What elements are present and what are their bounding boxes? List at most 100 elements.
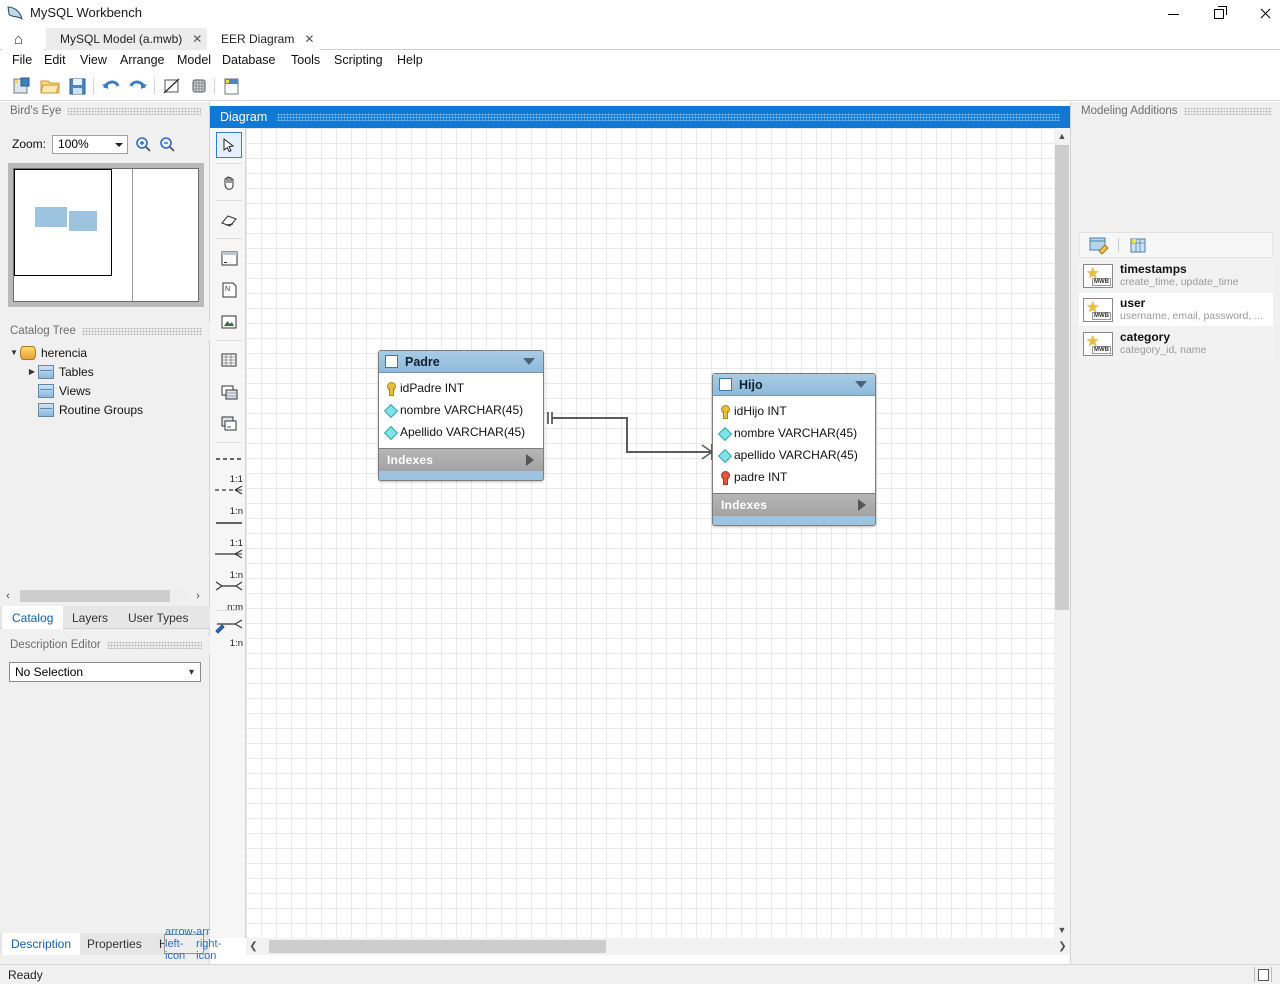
tab-layers[interactable]: Layers: [62, 606, 118, 629]
home-tab[interactable]: ⌂: [2, 28, 44, 50]
relation-n-m-tool[interactable]: n:m: [214, 581, 244, 613]
menu-help[interactable]: Help: [391, 52, 429, 69]
routine-group-tool[interactable]: [216, 411, 242, 437]
relationship-segment-2[interactable]: [626, 417, 628, 453]
modeling-additions-title: Modeling Additions: [1081, 105, 1178, 117]
scroll-thumb[interactable]: [269, 940, 606, 953]
relation-1-n-ident-tool[interactable]: 1:n: [214, 549, 244, 581]
menu-scripting[interactable]: Scripting: [328, 52, 389, 69]
save-model-icon[interactable]: [66, 75, 90, 97]
eraser-tool[interactable]: [216, 207, 242, 233]
relation-pick-tool[interactable]: 1:n: [214, 617, 244, 649]
table-row[interactable]: apellido VARCHAR(45): [713, 444, 875, 466]
relation-1-1-ident-tool[interactable]: 1:1: [214, 517, 244, 549]
tab-eer-diagram[interactable]: EER Diagram ✕: [207, 28, 321, 50]
zoom-out-icon[interactable]: [158, 135, 176, 153]
snap-to-grid-icon[interactable]: [187, 75, 211, 97]
scroll-right-icon[interactable]: ❯: [1055, 941, 1070, 952]
zoom-in-icon[interactable]: [134, 135, 152, 153]
expander-icon[interactable]: ▼: [8, 348, 20, 357]
scroll-thumb[interactable]: [20, 590, 170, 602]
chevron-right-icon[interactable]: [858, 499, 866, 511]
open-model-icon[interactable]: [38, 75, 62, 97]
canvas-horizontal-scrollbar[interactable]: ❮ ❯: [246, 938, 1070, 955]
eer-canvas[interactable]: Padre idPadre INT nombre VARCHAR(45) Ape…: [246, 128, 1054, 938]
menu-database[interactable]: Database: [216, 52, 282, 69]
maximize-button[interactable]: [1196, 0, 1242, 28]
indexes-section-hijo[interactable]: Indexes: [713, 493, 875, 516]
view-tool[interactable]: [216, 379, 242, 405]
scroll-down-icon[interactable]: ▼: [1054, 922, 1070, 938]
table-tool[interactable]: [216, 347, 242, 373]
table-row[interactable]: Apellido VARCHAR(45): [379, 421, 543, 443]
menu-arrange[interactable]: Arrange: [114, 52, 170, 69]
canvas-vertical-scrollbar[interactable]: ▲ ▼: [1054, 128, 1070, 938]
table-header[interactable]: Hijo: [713, 374, 875, 396]
table-header[interactable]: Padre: [379, 351, 543, 373]
menu-edit[interactable]: Edit: [38, 52, 72, 69]
menu-tools[interactable]: Tools: [285, 52, 326, 69]
pointer-tool[interactable]: [216, 132, 242, 158]
scroll-right-icon[interactable]: ›: [190, 590, 206, 602]
chevron-right-icon[interactable]: [526, 454, 534, 466]
selection-dropdown[interactable]: No Selection ▾: [9, 662, 201, 682]
close-button[interactable]: [1242, 0, 1280, 28]
tab-close-icon[interactable]: ✕: [304, 32, 314, 46]
table-row[interactable]: nombre VARCHAR(45): [379, 399, 543, 421]
image-tool[interactable]: [216, 309, 242, 335]
edit-template-icon[interactable]: [1088, 235, 1110, 255]
minimize-button[interactable]: [1150, 0, 1196, 28]
tab-mysql-model[interactable]: MySQL Model (a.mwb) ✕: [46, 28, 209, 50]
redo-icon[interactable]: [126, 75, 150, 97]
table-row[interactable]: nombre VARCHAR(45): [713, 422, 875, 444]
tree-node-routine-groups[interactable]: Routine Groups: [0, 400, 210, 419]
tab-close-icon[interactable]: ✕: [192, 32, 202, 46]
relation-1-1-noident-tool[interactable]: 1:1: [214, 453, 244, 485]
chevron-down-icon[interactable]: [523, 358, 535, 365]
relationship-segment-1[interactable]: [552, 417, 628, 419]
expander-icon[interactable]: ▶: [26, 367, 38, 376]
undo-icon[interactable]: [99, 75, 123, 97]
note-tool[interactable]: N: [216, 277, 242, 303]
scroll-up-icon[interactable]: ▲: [1054, 128, 1070, 144]
table-row[interactable]: idHijo INT: [713, 400, 875, 422]
table-row[interactable]: padre INT: [713, 466, 875, 488]
new-model-icon[interactable]: [10, 75, 34, 97]
menu-file[interactable]: File: [6, 52, 38, 69]
zoom-combobox[interactable]: 100%: [52, 134, 129, 154]
add-table-template-icon[interactable]: [1127, 235, 1149, 255]
list-item[interactable]: ★ MWB user username, email, password, ...: [1079, 293, 1273, 327]
birds-eye-view[interactable]: [8, 163, 204, 307]
hand-tool[interactable]: [216, 169, 242, 195]
list-item[interactable]: ★ MWB timestamps create_time, update_time: [1079, 259, 1273, 293]
chevron-down-icon[interactable]: [855, 381, 867, 388]
toggle-grid-icon[interactable]: [160, 75, 184, 97]
relation-1-n-noident-tool[interactable]: 1:n: [214, 485, 244, 517]
indexes-section-padre[interactable]: Indexes: [379, 448, 543, 471]
tab-catalog[interactable]: Catalog: [2, 606, 64, 629]
new-diagram-icon[interactable]: [220, 75, 244, 97]
table-row[interactable]: idPadre INT: [379, 377, 543, 399]
menu-model[interactable]: Model: [171, 52, 217, 69]
eer-table-hijo[interactable]: Hijo idHijo INT nombre VARCHAR(45) apell…: [712, 373, 876, 526]
tab-properties[interactable]: Properties: [78, 933, 151, 955]
eer-table-padre[interactable]: Padre idPadre INT nombre VARCHAR(45) Ape…: [378, 350, 544, 481]
scroll-track[interactable]: [261, 940, 1055, 953]
tree-node-herencia[interactable]: ▼ herencia: [0, 343, 210, 362]
table-footer: [713, 516, 875, 525]
list-item[interactable]: ★ MWB category category_id, name: [1079, 327, 1273, 361]
layer-tool[interactable]: [216, 245, 242, 271]
arrow-left-icon[interactable]: arrow-left-icon: [165, 926, 196, 962]
tree-node-tables[interactable]: ▶ Tables: [0, 362, 210, 381]
tab-nav-arrows[interactable]: arrow-left-icon arrow-right-icon: [164, 926, 227, 962]
scroll-thumb[interactable]: [1055, 145, 1069, 610]
scroll-track[interactable]: [16, 590, 190, 602]
output-log-icon[interactable]: [1254, 967, 1272, 982]
tab-user-types[interactable]: User Types: [118, 606, 198, 629]
tree-node-views[interactable]: Views: [0, 381, 210, 400]
catalog-horizontal-scrollbar[interactable]: ‹ ›: [0, 588, 206, 604]
scroll-left-icon[interactable]: ❮: [246, 941, 261, 952]
menu-view[interactable]: View: [74, 52, 113, 69]
scroll-left-icon[interactable]: ‹: [0, 590, 16, 602]
tab-description[interactable]: Description: [2, 933, 81, 955]
